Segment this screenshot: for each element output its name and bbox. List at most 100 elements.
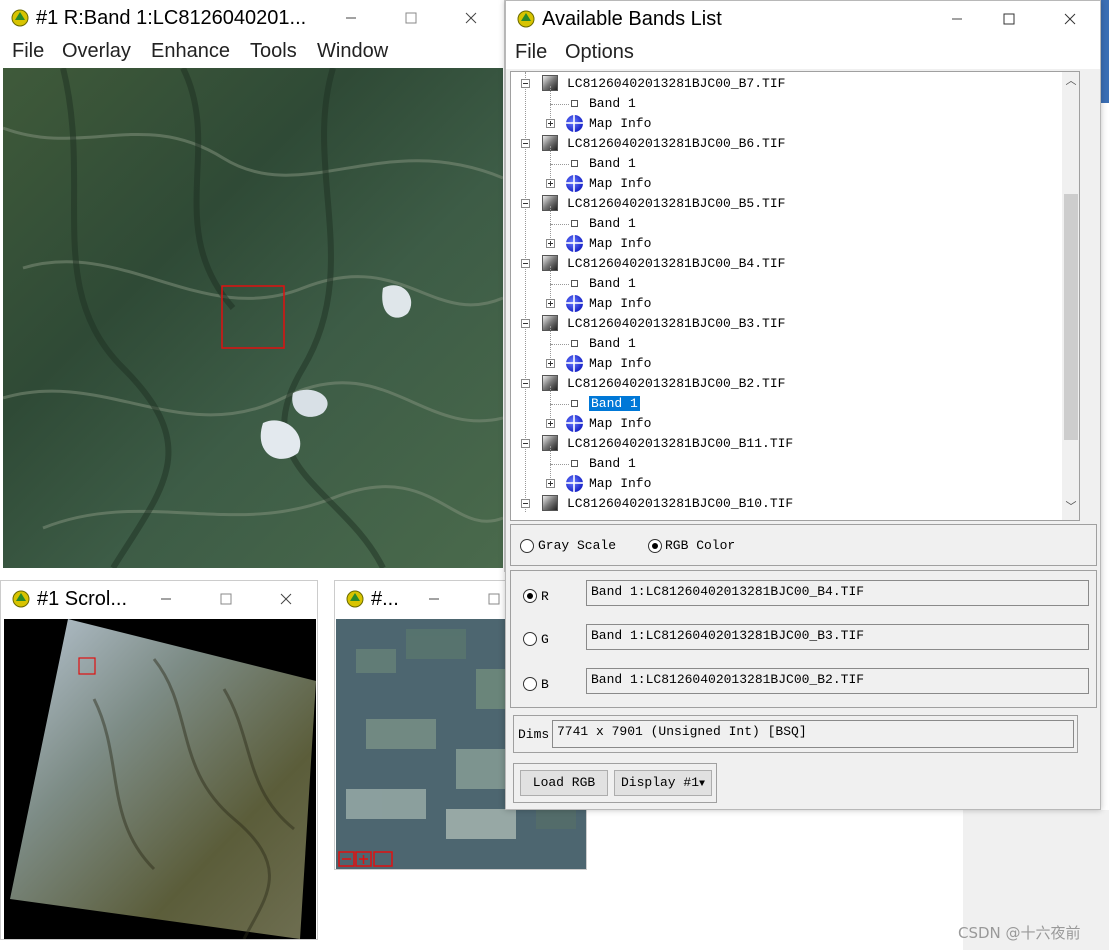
tree-file-row[interactable]: LC81260402013281BJC00_B5.TIF [511,194,1051,214]
tree-mapinfo-row[interactable]: Map Info [511,284,1051,314]
tree-band-row[interactable]: Band 1 [511,326,1051,354]
tree-file-row[interactable]: LC81260402013281BJC00_B2.TIF [511,374,1051,394]
globe-icon [566,415,583,432]
dims-label: Dims [518,727,550,742]
scrollbar-thumb[interactable] [1064,194,1078,440]
band-icon [571,160,578,167]
tree-mapinfo-row[interactable]: Map Info [511,404,1051,434]
close-icon[interactable] [273,587,299,611]
tree-file-label: LC81260402013281BJC00_B3.TIF [567,316,786,331]
tree-file-row[interactable]: LC81260402013281BJC00_B4.TIF [511,254,1051,274]
tree-file-label: LC81260402013281BJC00_B4.TIF [567,256,786,271]
g-channel-label: G [541,632,549,647]
b-channel-radio[interactable] [523,677,537,691]
minimize-icon[interactable] [421,587,447,611]
minimize-icon[interactable] [944,7,970,31]
expand-icon[interactable] [546,179,555,188]
collapse-icon[interactable] [521,439,530,448]
expand-icon[interactable] [546,359,555,368]
tree-mapinfo-label: Map Info [589,416,652,431]
close-icon[interactable] [458,6,484,30]
collapse-icon[interactable] [521,319,530,328]
globe-icon [566,475,583,492]
file-image-icon [542,495,558,511]
collapse-icon[interactable] [521,139,530,148]
envi-app-icon [11,9,29,27]
tree-mapinfo-row[interactable]: Map Info [511,224,1051,254]
menu-file[interactable]: File [12,40,44,63]
globe-icon [566,175,583,192]
menu-tools[interactable]: Tools [250,40,297,63]
expand-icon[interactable] [546,479,555,488]
tree-mapinfo-row[interactable]: Map Info [511,164,1051,194]
rgb-color-label: RGB Color [665,538,736,553]
b-channel-field[interactable]: Band 1:LC81260402013281BJC00_B2.TIF [586,668,1089,694]
expand-icon[interactable] [546,119,555,128]
bands-menubar: File Options [506,37,1100,69]
tree-band-label: Band 1 [589,336,636,351]
band-icon [571,400,578,407]
zoom-window-title: #... [371,588,399,610]
bands-menu-options[interactable]: Options [565,41,634,64]
tree-mapinfo-row[interactable]: Map Info [511,344,1051,374]
display-dropdown-label: Display #1 [620,775,699,790]
g-channel-radio[interactable] [523,632,537,646]
tree-band-row[interactable]: Band 1 [511,206,1051,234]
maximize-icon[interactable] [398,6,424,30]
tree-scrollbar[interactable]: ︿ ﹀ [1062,72,1079,520]
menu-overlay[interactable]: Overlay [62,40,131,63]
menu-window[interactable]: Window [317,40,388,63]
maximize-icon[interactable] [996,7,1022,31]
minimize-icon[interactable] [153,587,179,611]
tree-band-row[interactable]: Band 1 [511,386,1051,414]
scroll-up-icon[interactable]: ︿ [1065,76,1077,88]
minimize-icon[interactable] [338,6,364,30]
tree-file-label: LC81260402013281BJC00_B7.TIF [567,76,786,91]
expand-icon[interactable] [546,419,555,428]
collapse-icon[interactable] [521,379,530,388]
chevron-down-icon: ▼ [699,779,706,790]
gray-scale-radio[interactable] [520,539,534,553]
main-image-view[interactable] [3,68,503,568]
rgb-color-radio[interactable] [648,539,662,553]
load-rgb-button[interactable]: Load RGB [520,770,608,796]
collapse-icon[interactable] [521,199,530,208]
g-channel-field[interactable]: Band 1:LC81260402013281BJC00_B3.TIF [586,624,1089,650]
close-icon[interactable] [1057,7,1083,31]
tree-file-label: LC81260402013281BJC00_B11.TIF [567,436,794,451]
tree-band-row[interactable]: Band 1 [511,266,1051,294]
tree-band-label: Band 1 [589,96,636,111]
tree-file-row[interactable]: LC81260402013281BJC00_B10.TIF [511,494,1051,514]
maximize-icon[interactable] [481,587,507,611]
tree-file-row[interactable]: LC81260402013281BJC00_B6.TIF [511,134,1051,154]
expand-icon[interactable] [546,299,555,308]
tree-mapinfo-row[interactable]: Map Info [511,464,1051,494]
globe-icon [566,295,583,312]
tree-band-row[interactable]: Band 1 [511,146,1051,174]
envi-app-icon [517,10,535,28]
bands-menu-file[interactable]: File [515,41,547,64]
bands-tree[interactable]: LC81260402013281BJC00_B7.TIF Band 1 Map In… [510,71,1080,521]
display-dropdown[interactable]: Display #1▼ [614,770,712,796]
tree-mapinfo-label: Map Info [589,116,652,131]
tree-file-row[interactable]: LC81260402013281BJC00_B11.TIF [511,434,1051,454]
dims-value: 7741 x 7901 (Unsigned Int) [BSQ] [552,720,1074,748]
menu-enhance[interactable]: Enhance [151,40,230,63]
collapse-icon[interactable] [521,259,530,268]
r-channel-radio[interactable] [523,589,537,603]
globe-icon [566,235,583,252]
tree-mapinfo-label: Map Info [589,176,652,191]
collapse-icon[interactable] [521,79,530,88]
expand-icon[interactable] [546,239,555,248]
tree-file-row[interactable]: LC81260402013281BJC00_B3.TIF [511,314,1051,334]
collapse-icon[interactable] [521,499,530,508]
scroll-image-view[interactable] [4,619,316,939]
maximize-icon[interactable] [213,587,239,611]
tree-band-row[interactable]: Band 1 [511,446,1051,474]
r-channel-field[interactable]: Band 1:LC81260402013281BJC00_B4.TIF [586,580,1089,606]
tree-file-row[interactable]: LC81260402013281BJC00_B7.TIF [511,74,1051,94]
tree-mapinfo-row[interactable]: Map Info [511,104,1051,134]
scroll-down-icon[interactable]: ﹀ [1065,502,1077,514]
tree-band-row[interactable]: Band 1 [511,86,1051,114]
main-titlebar: #1 R:Band 1:LC8126040201... [0,0,504,36]
